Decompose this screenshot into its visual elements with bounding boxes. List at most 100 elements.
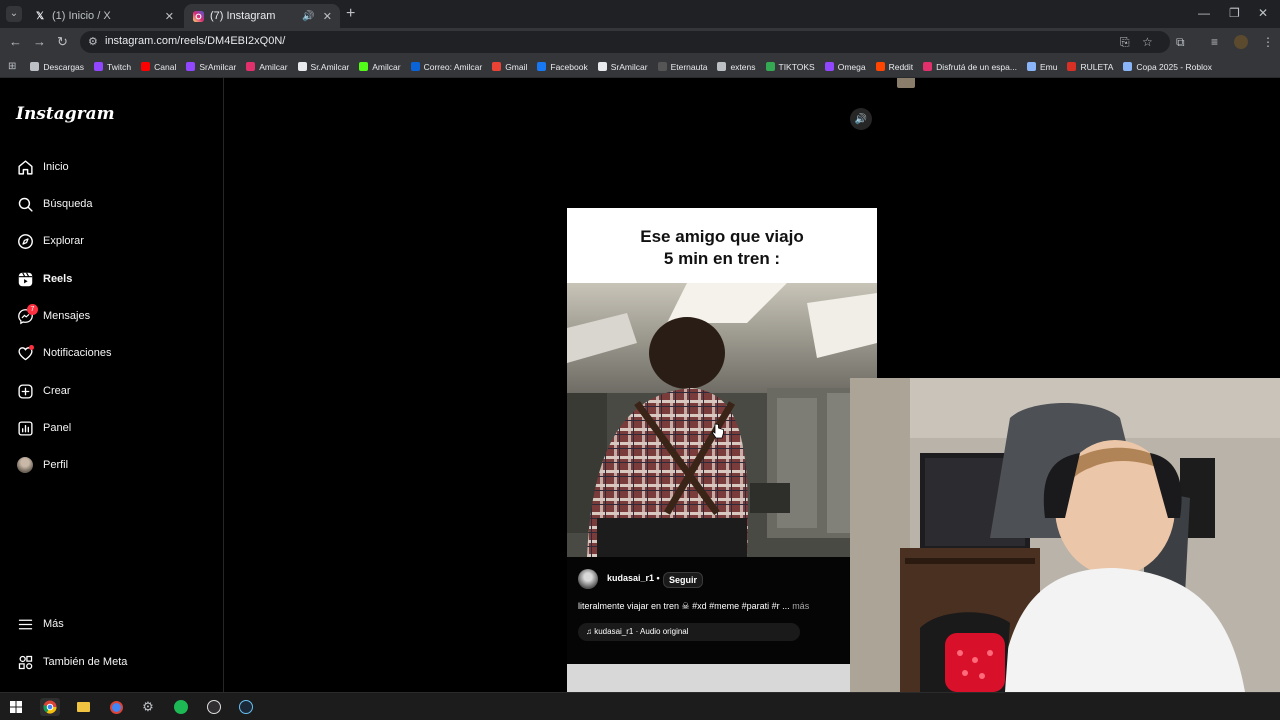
tab-instagram[interactable]: (7) Instagram 🔊 ✕	[184, 4, 340, 28]
office-scene-image	[567, 283, 877, 557]
media-control-icon[interactable]: ≡	[1211, 35, 1218, 49]
more-menu-button[interactable]: Más	[16, 612, 64, 636]
more-link[interactable]: más	[792, 601, 809, 611]
bookmark-item[interactable]: Omega	[824, 61, 866, 72]
steam-icon[interactable]	[236, 698, 256, 716]
youtube-icon	[141, 62, 151, 71]
bookmark-label: Canal	[154, 61, 177, 72]
emulator-icon	[1026, 62, 1036, 71]
apps-grid-icon[interactable]: ⊞	[8, 61, 16, 72]
windows-start-icon[interactable]	[6, 698, 26, 716]
restore-icon[interactable]: ❐	[1229, 6, 1240, 20]
audio-playing-icon[interactable]: 🔊	[302, 11, 314, 22]
install-app-icon[interactable]: ⎘	[1120, 35, 1130, 50]
bookmark-item[interactable]: Amilcar	[246, 62, 288, 72]
nav-item-panel[interactable]: Panel	[16, 416, 71, 440]
reel-top-black	[567, 78, 877, 208]
caption-line-1: Ese amigo que viajo	[640, 227, 804, 246]
bookmark-item[interactable]: Twitch	[94, 62, 131, 72]
bookmark-item[interactable]: Correo: Amilcar	[410, 61, 483, 72]
bookmark-item[interactable]: Copa 2025 - Roblox	[1123, 62, 1212, 72]
bookmark-item[interactable]: SrAmilcar	[186, 62, 236, 72]
url-text[interactable]: instagram.com/reels/DM4EBI2xQ0N/	[105, 35, 285, 47]
settings-gear-icon[interactable]: ⚙	[138, 698, 158, 716]
nav-item-busqueda[interactable]: Búsqueda	[16, 192, 93, 216]
bookmark-label: Descargas	[43, 61, 85, 72]
bookmark-item[interactable]: extens	[717, 62, 756, 72]
reel-player[interactable]: Ese amigo que viajo 5 min en tren : kuda…	[567, 78, 877, 692]
reels-icon	[16, 270, 34, 288]
reel-video-frame[interactable]	[567, 283, 877, 557]
nav-label: Reels	[43, 273, 73, 285]
bookmark-label: Eternauta	[670, 61, 708, 72]
audio-pill[interactable]: ♫ kudasai_r1 · Audio original	[578, 623, 800, 641]
chrome-taskbar-icon[interactable]	[40, 698, 60, 716]
forward-arrow-icon[interactable]: →	[33, 34, 46, 49]
file-explorer-icon[interactable]	[73, 698, 93, 716]
bookmark-item[interactable]: Amilcar	[359, 62, 401, 72]
volume-button[interactable]: 🔊	[850, 108, 872, 130]
minimize-icon[interactable]: —	[1198, 6, 1210, 20]
bookmark-item[interactable]: SrAmilcar	[597, 61, 648, 72]
nav-item-explorar[interactable]: Explorar	[16, 229, 84, 253]
webcam-overlay	[850, 378, 1280, 692]
next-reel-preview[interactable]	[567, 664, 877, 692]
follow-button[interactable]: Seguir	[663, 572, 704, 588]
browser-menu-icon[interactable]: ⋮	[1262, 35, 1274, 49]
notification-dot	[29, 345, 34, 350]
nav-item-inicio[interactable]: Inicio	[16, 155, 69, 179]
nav-item-crear[interactable]: Crear	[16, 379, 71, 403]
bookmark-item[interactable]: Facebook	[537, 62, 588, 72]
nav-item-mensajes[interactable]: 7 Mensajes	[16, 304, 90, 328]
extensions-icon[interactable]: ⧉	[1176, 35, 1185, 50]
instagram-logo[interactable]: Instagram	[16, 104, 115, 124]
bookmark-item[interactable]: Eternauta	[657, 61, 708, 72]
address-bar[interactable]: ⚙ instagram.com/reels/DM4EBI2xQ0N/	[80, 31, 1170, 53]
download-icon	[30, 62, 40, 71]
x-icon	[297, 62, 307, 71]
audio-label: kudasai_r1 · Audio original	[594, 627, 689, 636]
bookmark-label: SrAmilcar	[610, 61, 648, 72]
plus-square-icon	[16, 382, 34, 400]
extension-icon	[717, 62, 727, 71]
bookmark-label: Correo: Amilcar	[423, 61, 483, 72]
bookmark-item[interactable]: TIKTOKS	[765, 62, 815, 72]
bookmark-star-icon[interactable]: ☆	[1142, 35, 1153, 49]
nav-item-reels[interactable]: Reels	[16, 267, 72, 291]
tab-x[interactable]: 𝕏 (1) Inicio / X ✕	[26, 4, 182, 28]
site-info-icon[interactable]: ⚙	[88, 35, 98, 48]
reload-icon[interactable]: ↻	[57, 34, 68, 50]
bookmark-label: Omega	[837, 61, 866, 72]
bookmark-label: Emu	[1039, 61, 1058, 72]
nav-item-perfil[interactable]: Perfil	[16, 453, 68, 477]
obs-icon[interactable]	[204, 698, 224, 716]
kick-icon	[359, 62, 369, 71]
nav-item-notificaciones[interactable]: Notificaciones	[16, 341, 111, 365]
new-tab-button[interactable]: +	[346, 5, 355, 23]
close-tab-icon[interactable]: ✕	[165, 10, 174, 23]
author-username[interactable]: kudasai_r1 •	[607, 573, 660, 583]
hamburger-icon	[16, 615, 34, 633]
bookmark-item[interactable]: Gmail	[492, 62, 527, 72]
close-window-icon[interactable]: ✕	[1258, 6, 1268, 20]
bookmark-item[interactable]: Disfrutá de un espa...	[923, 62, 1017, 72]
bookmark-item[interactable]: Sr.Amilcar	[297, 62, 349, 72]
chrome-profile-icon[interactable]	[106, 698, 126, 716]
bookmark-label: RULETA	[1080, 61, 1114, 72]
spotify-icon[interactable]	[171, 698, 191, 716]
bookmark-item[interactable]: Descargas	[30, 62, 84, 72]
back-arrow-icon[interactable]: ←	[9, 34, 22, 49]
bookmark-label: SrAmilcar	[199, 61, 237, 72]
bookmark-item[interactable]: RULETA	[1067, 62, 1113, 72]
close-tab-icon[interactable]: ✕	[323, 10, 332, 23]
nav-label: Inicio	[43, 161, 69, 173]
bookmark-item[interactable]: Canal	[141, 62, 176, 72]
reel-meta: kudasai_r1 • Seguir literalmente viajar …	[567, 558, 877, 668]
also-from-meta-button[interactable]: También de Meta	[16, 650, 127, 674]
bookmark-item[interactable]: Emu	[1026, 61, 1058, 72]
bookmark-item[interactable]: Reddit	[875, 62, 913, 72]
nav-label: También de Meta	[43, 656, 128, 668]
tab-search-button[interactable]: ⌄	[6, 6, 22, 22]
profile-avatar-icon[interactable]	[1234, 35, 1248, 49]
author-avatar[interactable]	[578, 569, 598, 589]
